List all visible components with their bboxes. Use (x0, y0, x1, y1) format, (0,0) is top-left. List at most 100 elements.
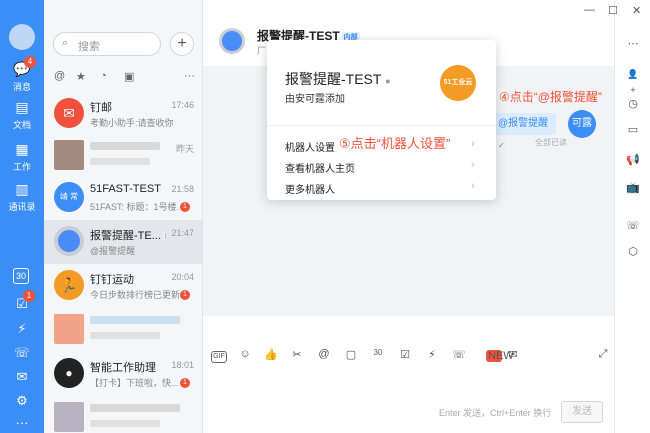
announcement-icon[interactable]: 📢 (625, 152, 641, 168)
blurred-name (90, 316, 180, 324)
unread-badge: 1 (180, 378, 190, 388)
blurred-avatar (54, 402, 84, 432)
call-icon[interactable]: ☏ (625, 218, 641, 234)
conversation-list: ⌕ 搜索 + @ ★ ◔ ▣ ··· ✉ 钉邮 17:46 考勤小助手:请查收你… (44, 0, 203, 433)
conversation-item[interactable]: ● 智能工作助理 18:01 【打卡】下班啦，快... 1 (44, 352, 202, 396)
input-hint: Enter 发送，Ctrl+Enter 换行 (439, 408, 552, 418)
chevron-right-icon: › (471, 180, 475, 192)
annotation-step-5: ⑤点击“机器人设置” (339, 136, 451, 151)
nav-work[interactable]: ▦ 工作 (0, 140, 44, 173)
menu-more-robots[interactable]: 更多机器人 (285, 181, 335, 196)
menu-robot-homepage[interactable]: 查看机器人主页 (285, 160, 355, 175)
annotation-step-4: ④点击“@报警提醒” (499, 90, 602, 104)
internal-tag: 内部 (162, 231, 166, 241)
divider (267, 125, 496, 126)
right-rail: ⋯ 👤+ ◷ ▭ 📢 📺 ☏ ⬡ (614, 0, 650, 433)
robot-avatar (54, 226, 84, 256)
conversation-item[interactable] (44, 396, 202, 433)
blurred-avatar (54, 140, 84, 170)
expand-icon[interactable]: ⤢ (595, 348, 611, 361)
message-bubble[interactable]: @报警提醒 ✓ (495, 113, 556, 150)
minimize-icon[interactable]: — (584, 4, 595, 16)
mention-filter-icon[interactable]: @ (54, 70, 65, 82)
scissors-icon[interactable]: ✂ (289, 348, 305, 361)
search-icon: ⌕ (62, 37, 69, 49)
added-by: 由安可霆添加 (285, 94, 345, 105)
mail-icon[interactable]: ✉ (505, 348, 521, 361)
maximize-icon[interactable]: ☐ (608, 4, 618, 17)
blurred-message (90, 420, 160, 427)
mention-icon[interactable]: @ (316, 348, 332, 360)
blurred-name (90, 404, 180, 412)
clock-filter-icon[interactable]: ◔ (100, 70, 107, 82)
ding-icon[interactable]: ⚡ (424, 348, 440, 361)
app-package-icon[interactable]: ⬡ (625, 244, 641, 260)
robot-logo: 51工业云 (440, 65, 476, 101)
blurred-avatar (54, 314, 84, 344)
conversation-item[interactable]: 昨天 (44, 134, 202, 178)
ding-icon[interactable]: ⚡ (13, 320, 31, 338)
send-button[interactable]: 发送 (561, 401, 603, 423)
todo-icon[interactable]: ☑ (397, 348, 413, 361)
filter-bar: @ ★ ◔ ▣ ··· (52, 70, 198, 84)
conversation-item-selected[interactable]: 报警提醒-TE...内部 21:47 @报警提醒 (44, 220, 202, 264)
chat-subtitle: 厂 (257, 46, 267, 56)
calendar-icon[interactable]: 30 (370, 348, 386, 357)
todo-badge: 1 (23, 290, 35, 302)
new-badge: NEW (486, 350, 514, 362)
user-avatar[interactable] (9, 24, 35, 50)
star-filter-icon[interactable]: ★ (76, 70, 86, 83)
more-options-icon[interactable]: ⋯ (625, 36, 641, 52)
chat-avatar[interactable] (219, 28, 245, 54)
doc-filter-icon[interactable]: ▣ (124, 70, 134, 83)
thumbs-up-icon[interactable]: 👍 (263, 348, 279, 361)
robot-name: 报警提醒-TEST (285, 71, 382, 87)
blurred-name (90, 142, 160, 150)
settings-icon[interactable]: ⚙ (13, 392, 31, 410)
blurred-message (90, 158, 150, 165)
add-member-icon[interactable]: 👤+ (625, 66, 641, 95)
messages-badge: 4 (24, 56, 36, 68)
search-placeholder: 搜索 (78, 41, 100, 53)
history-icon[interactable]: ◷ (625, 96, 641, 112)
read-status: 全部已读 (535, 138, 567, 147)
blurred-message (90, 332, 160, 339)
files-icon[interactable]: ▭ (625, 122, 641, 138)
assistant-avatar: ● (54, 358, 84, 388)
phone-icon[interactable]: ☏ (13, 344, 31, 362)
folder-icon[interactable]: ▢ (343, 348, 359, 361)
search-box[interactable]: ⌕ 搜索 (53, 32, 161, 56)
calendar-icon[interactable]: 30 (13, 268, 29, 284)
robot-status-icon: ● (385, 76, 391, 86)
conversation-item[interactable]: 🏃 钉钉运动 20:04 今日步数排行榜已更新 1 (44, 264, 202, 308)
nav-documents[interactable]: ▤ 文档 (0, 98, 44, 131)
group-avatar: 靖 常 (54, 182, 84, 212)
mail-icon[interactable]: ✉ (13, 368, 31, 386)
nav-messages[interactable]: 💬 消息 4 (0, 56, 44, 93)
more-icon[interactable]: ··· (13, 414, 31, 432)
add-button[interactable]: + (170, 32, 194, 56)
conversation-item[interactable] (44, 308, 202, 352)
contacts-icon: ▥ (15, 181, 29, 197)
input-toolbar: GIF ☺ 👍 ✂ @ ▢ 30 ☑ ⚡ ☏ ▶NEW ✉ ⤢ (203, 346, 614, 368)
more-filter-icon[interactable]: ··· (184, 70, 195, 82)
check-icon: ✓ (498, 141, 505, 150)
conversation-item[interactable]: 靖 常 51FAST-TEST 21:58 51FAST: 标题：1号楼... … (44, 176, 202, 220)
robot-info-card: 报警提醒-TEST ● 由安可霆添加 51工业云 机器人设置 › ⑤点击“机器人… (267, 40, 496, 200)
nav-contacts[interactable]: ▥ 通讯录 (0, 180, 44, 213)
conversation-item[interactable]: ✉ 钉邮 17:46 考勤小助手:请查收你 (44, 92, 202, 136)
phone-icon[interactable]: ☏ (451, 348, 467, 361)
sport-avatar-icon: 🏃 (54, 270, 84, 300)
close-icon[interactable]: ✕ (632, 4, 641, 17)
emoji-icon[interactable]: ☺ (237, 348, 253, 360)
mail-avatar-icon: ✉ (54, 98, 84, 128)
document-icon: ▤ (15, 99, 29, 115)
unread-badge: 1 (180, 202, 190, 212)
todo-icon[interactable]: ☑ 1 (13, 290, 35, 313)
gif-icon[interactable]: GIF (211, 351, 227, 363)
menu-robot-settings[interactable]: 机器人设置 (285, 139, 335, 154)
my-avatar[interactable]: 可露 (568, 110, 596, 138)
live-tv-icon[interactable]: 📺 (625, 180, 641, 196)
work-icon: ▦ (15, 141, 29, 157)
chevron-right-icon: › (471, 138, 475, 150)
